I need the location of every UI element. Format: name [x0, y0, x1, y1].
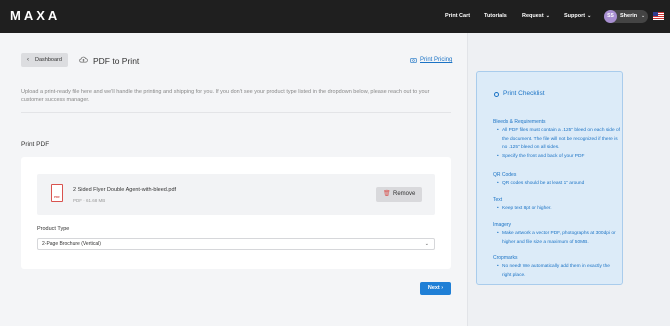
next-button[interactable]: Next › — [420, 282, 451, 295]
price-tag-icon[interactable] — [410, 57, 417, 64]
checklist-item: No need! We automatically add them in ex… — [497, 263, 620, 280]
print-checklist: Print Checklist Bleeds & Requirements Al… — [476, 71, 623, 285]
brand-logo[interactable]: MAXA — [10, 8, 60, 23]
pdf-file-icon: PDF — [51, 184, 63, 202]
checklist-item: Make artwork a vector PDF, photographs a… — [497, 230, 620, 247]
checklist-heading: Text — [493, 197, 503, 203]
checklist-heading: Bleeds & Requirements — [493, 119, 546, 125]
uploaded-file: PDF 2 Sided Flyer Double Agent-with-blee… — [37, 174, 435, 215]
info-icon — [494, 92, 499, 97]
remove-label: Remove — [393, 191, 416, 197]
user-name: Sherin — [620, 13, 638, 19]
nav-tutorials[interactable]: Tutorials — [484, 13, 507, 19]
product-type-value: 2-Page Brochure (Vertical) — [42, 241, 101, 247]
us-flag-icon[interactable] — [653, 12, 664, 20]
chevron-left-icon: ‹ — [27, 57, 29, 63]
main-content: ‹ Dashboard PDF to Print Print Pricing U… — [0, 33, 467, 326]
section-title: Print PDF — [21, 141, 50, 148]
nav-print-cart[interactable]: Print Cart — [445, 13, 470, 19]
trash-icon: 🗑 — [383, 191, 391, 197]
chevron-down-icon: ⌄ — [545, 13, 550, 19]
checklist-item: QR codes should be at least 1" around — [497, 180, 620, 189]
file-meta: PDF · 61.68 MB — [73, 198, 106, 203]
checklist-title: Print Checklist — [503, 90, 545, 97]
intro-text: Upload a print-ready file here and we'll… — [21, 89, 430, 103]
sidebar: Print Checklist Bleeds & Requirements Al… — [467, 33, 670, 326]
checklist-item: Keep text 8pt or higher. — [497, 205, 620, 214]
nav-support-label: Support — [564, 13, 586, 19]
nav-support[interactable]: Support ⌄ — [564, 13, 591, 19]
checklist-heading: QR Codes — [493, 172, 517, 178]
nav-request[interactable]: Request ⌄ — [522, 13, 550, 19]
chevron-down-icon: ⌄ — [587, 13, 592, 19]
upload-card: PDF 2 Sided Flyer Double Agent-with-blee… — [21, 157, 451, 269]
checklist-item: All PDF files must contain a .125" bleed… — [497, 127, 620, 153]
dashboard-back-label: Dashboard — [35, 57, 62, 63]
pdf-icon-label: PDF — [54, 195, 60, 199]
checklist-item: Specify the front and back of your PDF — [497, 153, 620, 162]
product-type-select[interactable]: 2-Page Brochure (Vertical) ⌄ — [37, 238, 435, 250]
chevron-down-icon: ⌄ — [641, 13, 646, 19]
top-navbar: MAXA Print Cart Tutorials Request ⌄ Suppo… — [0, 0, 670, 33]
nav-request-label: Request — [522, 13, 544, 19]
product-type-label: Product Type — [37, 226, 70, 232]
checklist-heading: Cropmarks — [493, 255, 518, 261]
file-name: 2 Sided Flyer Double Agent-with-bleed.pd… — [73, 187, 177, 193]
next-label: Next — [427, 285, 440, 291]
dashboard-back-button[interactable]: ‹ Dashboard — [21, 53, 68, 67]
avatar: SS — [604, 10, 617, 23]
page-title: PDF to Print — [93, 56, 140, 66]
remove-button[interactable]: 🗑 Remove — [376, 187, 422, 202]
user-menu[interactable]: SS Sherin ⌄ — [604, 10, 648, 23]
cloud-upload-icon — [79, 56, 88, 63]
chevron-right-icon: › — [441, 285, 444, 291]
divider — [21, 112, 451, 113]
chevron-down-icon: ⌄ — [424, 241, 429, 247]
print-pricing-link[interactable]: Print Pricing — [420, 57, 452, 63]
checklist-heading: Imagery — [493, 222, 512, 228]
